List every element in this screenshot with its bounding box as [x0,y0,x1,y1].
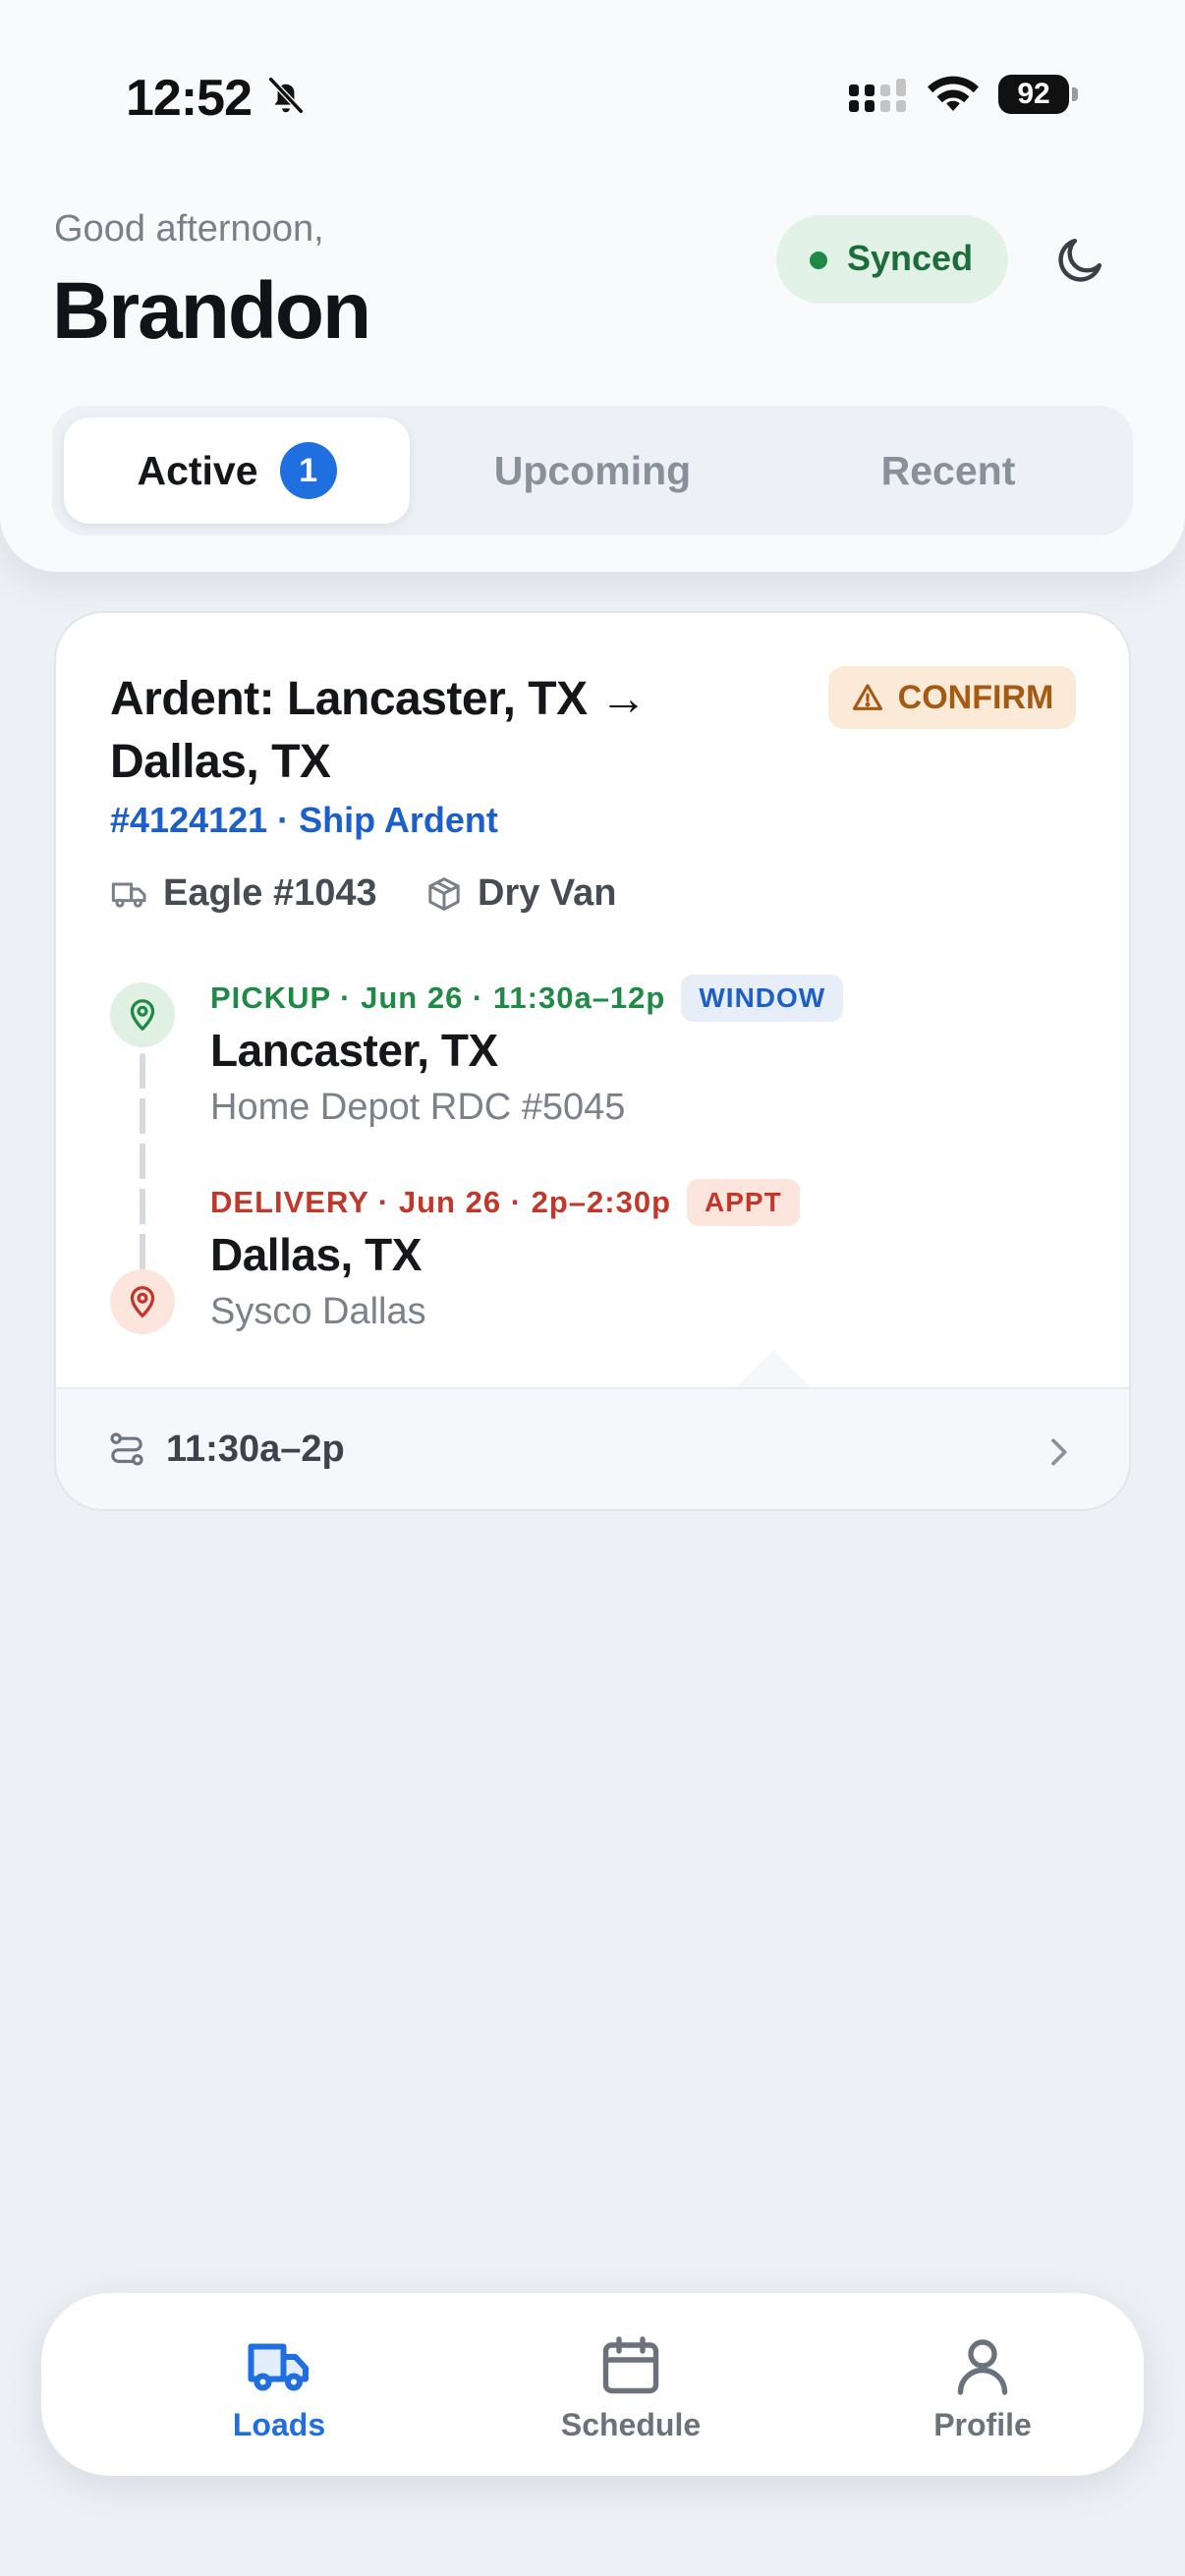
battery-nub [1072,87,1078,101]
status-bar: 12:52 92 [0,0,1185,187]
pickup-header: PICKUP · Jun 26 · 11:30a–12p WINDOW [210,975,844,1022]
tab-upcoming[interactable]: Upcoming [420,418,765,524]
warning-icon [852,684,882,710]
theme-toggle-button[interactable] [1045,226,1114,295]
truck-number: Eagle #1043 [163,872,377,914]
delivery-facility: Sysco Dallas [210,1291,426,1332]
tab-active-count-badge: 1 [279,442,337,499]
sync-dot-icon [810,252,827,269]
moon-icon [1058,238,1102,282]
calendar-icon [602,2336,659,2394]
nav-schedule[interactable]: Schedule [513,2330,749,2448]
truck-icon [248,2343,309,2391]
chevron-right-icon [1051,1438,1067,1466]
delivery-header: DELIVERY · Jun 26 · 2p–2:30p APPT [210,1179,800,1226]
equipment-type: Dry Van [478,872,617,914]
battery-indicator: 92 [998,75,1069,114]
tab-recent-label: Recent [880,447,1016,493]
pickup-marker [110,982,175,1047]
sync-status-badge[interactable]: Synced [776,215,1008,304]
box-icon [428,876,460,911]
pickup-window-tag: WINDOW [681,975,844,1022]
app-screen: 12:52 92 Good afternoon, Brandon Synced … [0,0,1185,2576]
load-time-range: 11:30a–2p [166,1428,345,1470]
load-title: Ardent: Lancaster, TX → Dallas, TX [110,673,647,788]
delivery-marker [110,1269,175,1334]
delivery-appt-tag: APPT [687,1179,800,1226]
delivery-city: Dallas, TX [210,1229,422,1280]
confirm-status-label: CONFIRM [897,678,1054,716]
nav-loads[interactable]: Loads [161,2330,397,2448]
load-filter-tabs: Active 1 Upcoming Recent [52,406,1133,535]
route-connector-line [140,1053,145,1281]
route-icon [110,1432,143,1466]
load-card[interactable]: Ardent: Lancaster, TX → Dallas, TX CONFI… [54,611,1131,1511]
sync-status-label: Synced [847,238,974,278]
truck-outline-icon [111,882,146,908]
bell-muted-icon [267,76,305,115]
wifi-icon [928,76,979,111]
map-pin-icon [130,999,155,1031]
tab-active[interactable]: Active 1 [64,418,410,524]
map-pin-icon [130,1286,155,1317]
person-icon [957,2339,1008,2395]
pickup-meta: PICKUP · Jun 26 · 11:30a–12p [210,980,666,1015]
bottom-nav: Loads Schedule Profile [41,2293,1144,2476]
cellular-signal-icon [849,79,906,112]
status-time: 12:52 [126,70,253,127]
pickup-city: Lancaster, TX [210,1025,498,1076]
truck-meta: Eagle #1043 [110,872,377,915]
nav-profile-label: Profile [933,2407,1032,2442]
nav-schedule-label: Schedule [560,2407,702,2442]
tab-upcoming-label: Upcoming [493,447,692,493]
nav-profile[interactable]: Profile [865,2330,1100,2448]
confirm-status-badge[interactable]: CONFIRM [828,666,1076,729]
nav-loads-label: Loads [232,2407,326,2442]
delivery-meta: DELIVERY · Jun 26 · 2p–2:30p [210,1185,672,1219]
header-sheet: 12:52 92 Good afternoon, Brandon Synced … [0,0,1185,572]
tab-active-label: Active [137,447,258,493]
load-reference-link[interactable]: #4124121 · Ship Ardent [110,800,498,841]
equipment-meta: Dry Van [424,872,617,915]
pickup-facility: Home Depot RDC #5045 [210,1087,626,1128]
tab-recent[interactable]: Recent [775,418,1121,524]
user-name: Brandon [52,266,371,356]
greeting-text: Good afternoon, [54,208,324,250]
load-card-footer[interactable]: 11:30a–2p [56,1387,1129,1509]
